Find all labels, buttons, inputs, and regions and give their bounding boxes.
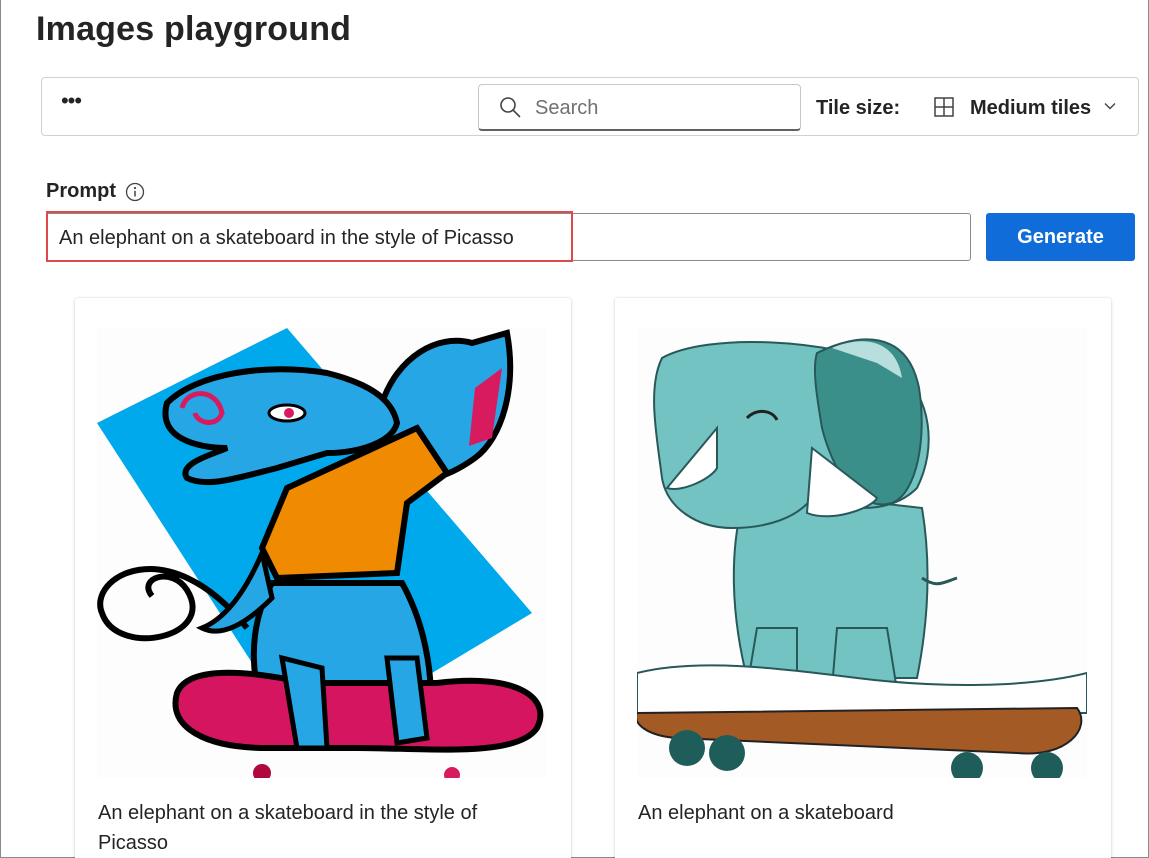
chevron-down-icon (1104, 103, 1116, 110)
prompt-field[interactable] (46, 213, 971, 261)
more-options-button[interactable]: ••• (56, 90, 86, 120)
grid-icon (934, 97, 954, 117)
prompt-input[interactable] (59, 225, 959, 251)
page-title: Images playground (36, 10, 352, 48)
search-icon (500, 97, 521, 118)
image-card[interactable]: An elephant on a skateboard (615, 298, 1111, 858)
tile-size-value: Medium tiles (970, 97, 1092, 119)
search-input[interactable] (535, 95, 785, 121)
generate-button[interactable]: Generate (986, 213, 1135, 261)
card-caption: An elephant on a skateboard (638, 802, 894, 824)
generated-image (97, 328, 547, 778)
card-caption: An elephant on a skateboard in the style… (98, 802, 478, 854)
info-icon[interactable] (125, 182, 145, 202)
generated-image (637, 328, 1087, 778)
prompt-label: Prompt (46, 180, 116, 202)
elephant-skateboard-illustration (637, 328, 1087, 778)
search-box[interactable] (478, 84, 801, 131)
toolbar: ••• Tile size: Medium tiles (41, 77, 1139, 136)
tile-size-label: Tile size: (816, 97, 901, 119)
elephant-picasso-illustration (97, 328, 547, 778)
image-card[interactable]: An elephant on a skateboard in the style… (75, 298, 571, 858)
tile-size-dropdown[interactable]: Medium tiles (926, 88, 1126, 126)
